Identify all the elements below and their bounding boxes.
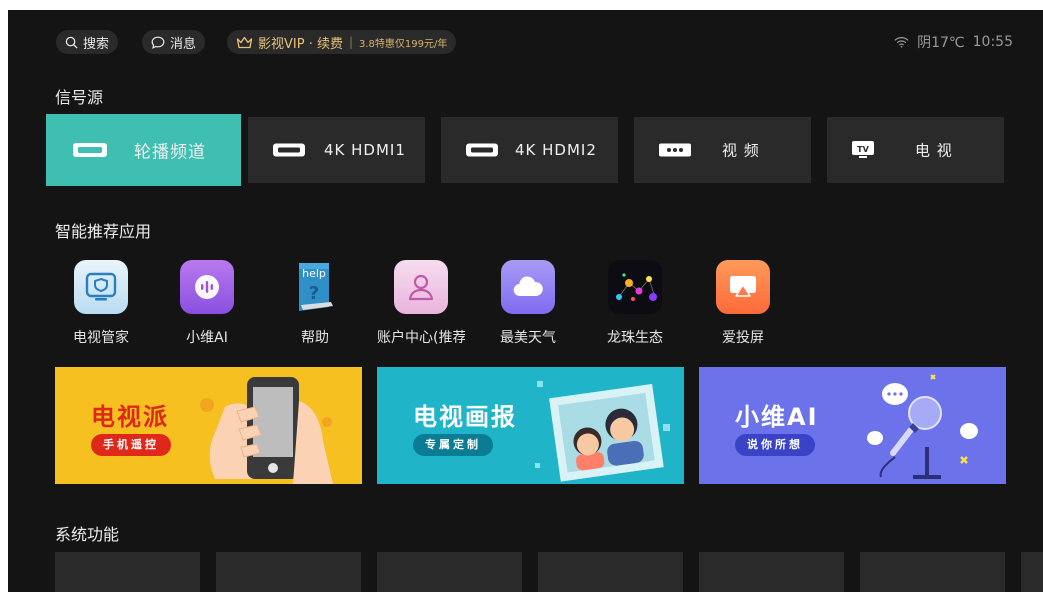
voice-assistant-icon <box>180 260 234 314</box>
vip-title: 影视VIP · 续费 <box>258 36 343 52</box>
banner-title: 电视画报 <box>413 403 517 431</box>
message-button[interactable]: 消息 <box>142 30 206 54</box>
app-account-center[interactable]: 账户中心(推荐 <box>377 260 465 347</box>
crown-icon <box>236 36 253 48</box>
wifi-icon <box>894 37 909 48</box>
source-carousel-channel[interactable]: 轮播频道 <box>46 114 241 186</box>
svg-text:help: help <box>302 267 326 280</box>
source-label: 视 频 <box>722 141 760 160</box>
svg-text:TV: TV <box>857 145 869 154</box>
apps-section-title: 智能推荐应用 <box>55 222 152 241</box>
dragonball-icon <box>608 260 662 314</box>
search-icon <box>65 36 78 49</box>
system-tile[interactable] <box>699 552 844 592</box>
cloud-weather-icon <box>501 260 555 314</box>
system-section-title: 系统功能 <box>55 525 120 544</box>
sources-section-title: 信号源 <box>55 88 104 107</box>
app-name: 账户中心(推荐 <box>377 330 465 346</box>
screen-cast-icon <box>716 260 770 314</box>
search-label: 搜索 <box>83 36 110 52</box>
hdmi-icon <box>273 143 305 157</box>
app-name: 帮助 <box>301 330 329 346</box>
app-name: 龙珠生态 <box>607 330 663 346</box>
source-label: 4K HDMI2 <box>515 141 597 159</box>
banner-subtitle: 手机遥控 <box>91 434 171 456</box>
message-label: 消息 <box>170 36 197 52</box>
system-tile[interactable] <box>538 552 683 592</box>
banner-xiaowei-ai[interactable]: 小维AI 说你所想 <box>699 367 1006 484</box>
system-tile[interactable] <box>377 552 522 592</box>
app-dragonball[interactable]: 龙珠生态 <box>590 260 680 347</box>
status-area: 阴17℃ 10:55 <box>894 32 1013 52</box>
source-label: 轮播频道 <box>134 142 206 163</box>
banner-subtitle: 专属定制 <box>413 434 493 456</box>
source-video[interactable]: 视 频 <box>634 117 811 183</box>
source-label: 电 视 <box>915 141 953 160</box>
top-bar: 搜索 消息 影视VIP · 续费 | 3.8特惠仅199元/年 阴17℃ 10:… <box>8 30 1043 54</box>
app-tv-manager[interactable]: 电视管家 <box>56 260 146 347</box>
chat-bubble-icon <box>151 36 165 49</box>
source-hdmi2[interactable]: 4K HDMI2 <box>441 117 618 183</box>
source-hdmi1[interactable]: 4K HDMI1 <box>248 117 425 183</box>
system-tile[interactable] <box>216 552 361 592</box>
vip-divider: | <box>348 35 354 49</box>
banner-tv-remote[interactable]: 电视派 手机遥控 <box>55 367 362 484</box>
source-label: 4K HDMI1 <box>324 141 406 159</box>
banner-tv-pictorial[interactable]: 电视画报 专属定制 <box>377 367 684 484</box>
tv-manager-icon <box>74 260 128 314</box>
vip-renew-button[interactable]: 影视VIP · 续费 | 3.8特惠仅199元/年 <box>227 30 457 54</box>
banner-subtitle: 说你所想 <box>735 434 815 456</box>
account-icon <box>394 260 448 314</box>
source-tv[interactable]: TV 电 视 <box>827 117 1004 183</box>
banner-title: 小维AI <box>735 403 819 431</box>
app-help[interactable]: help? 帮助 <box>270 260 360 347</box>
app-weather[interactable]: 最美天气 <box>483 260 573 347</box>
help-book-icon: help? <box>288 260 342 314</box>
weather-text: 阴17℃ <box>917 35 965 51</box>
app-name: 爱投屏 <box>722 330 764 346</box>
app-name: 电视管家 <box>73 330 129 346</box>
system-tile[interactable] <box>1021 552 1043 592</box>
vip-offer: 3.8特惠仅199元/年 <box>359 38 448 50</box>
app-name: 最美天气 <box>500 330 556 346</box>
system-tile[interactable] <box>55 552 200 592</box>
tv-home-screen: 搜索 消息 影视VIP · 续费 | 3.8特惠仅199元/年 阴17℃ 10:… <box>8 10 1043 592</box>
app-screen-cast[interactable]: 爱投屏 <box>698 260 788 347</box>
tv-icon: TV <box>852 141 874 158</box>
system-tile[interactable] <box>860 552 1005 592</box>
search-button[interactable]: 搜索 <box>56 30 119 54</box>
clock-time: 10:55 <box>972 34 1013 50</box>
app-xiaowei-ai[interactable]: 小维AI <box>162 260 252 347</box>
app-name: 小维AI <box>186 330 228 346</box>
svg-text:?: ? <box>309 283 319 304</box>
hdmi-icon <box>466 143 498 157</box>
av-icon <box>659 143 691 157</box>
banner-title: 电视派 <box>91 403 169 431</box>
hdmi-icon <box>73 143 107 157</box>
